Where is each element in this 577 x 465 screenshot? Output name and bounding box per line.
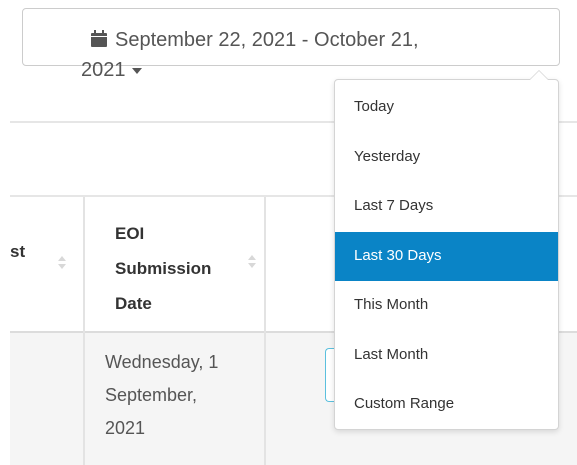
- range-option-last-30-days[interactable]: Last 30 Days: [335, 231, 558, 281]
- date-range-line2: 2021: [81, 59, 126, 81]
- column-header-line: Date: [115, 294, 152, 313]
- column-divider: [264, 197, 266, 333]
- date-range-value: September 22, 2021 - October 21, 2021: [81, 25, 521, 85]
- column-divider: [264, 333, 266, 465]
- caret-down-icon: [131, 67, 142, 74]
- sort-icon[interactable]: [58, 256, 66, 272]
- column-divider: [83, 333, 85, 465]
- date-range-dropdown: Today Yesterday Last 7 Days Last 30 Days Thi…: [334, 70, 559, 430]
- submission-date-line: September,: [105, 385, 198, 405]
- column-divider: [83, 197, 85, 333]
- column-header-line: Submission: [115, 259, 212, 278]
- date-range-line1: September 22, 2021 - October 21,: [115, 29, 419, 51]
- submission-date-line: Wednesday, 1: [105, 352, 219, 372]
- sort-icon[interactable]: [248, 255, 256, 271]
- range-option-yesterday[interactable]: Yesterday: [335, 133, 558, 183]
- range-option-last-month[interactable]: Last Month: [335, 331, 558, 381]
- range-option-last-7-days[interactable]: Last 7 Days: [335, 182, 558, 232]
- range-list: Today Yesterday Last 7 Days Last 30 Days Thi…: [335, 83, 558, 430]
- date-range-button[interactable]: September 22, 2021 - October 21, 2021: [22, 8, 560, 81]
- dropdown-pointer-fill: [530, 71, 548, 80]
- range-option-this-month[interactable]: This Month: [335, 281, 558, 331]
- column-header-partial[interactable]: st: [10, 234, 25, 269]
- range-option-custom-range[interactable]: Custom Range: [335, 380, 558, 430]
- range-option-today[interactable]: Today: [335, 83, 558, 133]
- submission-date-line: 2021: [105, 418, 146, 438]
- column-header-line: EOI: [115, 224, 145, 243]
